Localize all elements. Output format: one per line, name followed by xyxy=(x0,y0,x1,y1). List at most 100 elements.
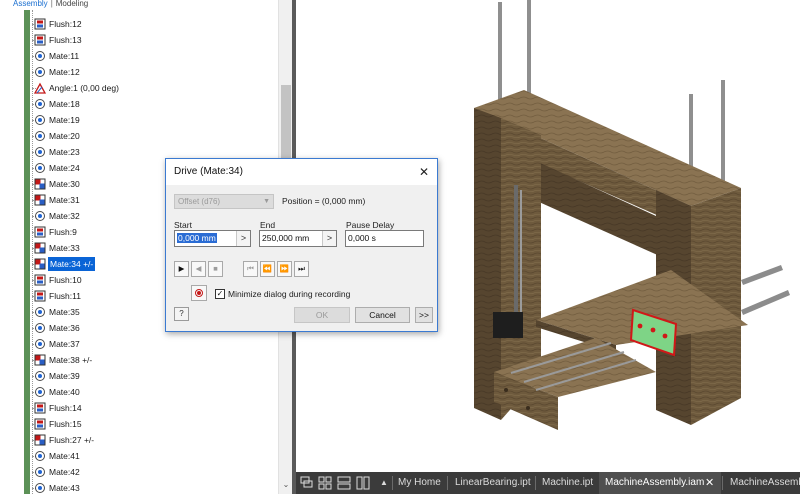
pause-delay-input[interactable]: 0,000 s xyxy=(345,230,424,247)
tab-linear-bearing[interactable]: LinearBearing.ipt xyxy=(449,472,537,494)
side-rod xyxy=(741,265,783,285)
mate-red-icon xyxy=(34,258,46,270)
start-label: Start xyxy=(174,220,192,230)
flush-icon xyxy=(34,418,46,430)
tab-separator xyxy=(722,476,723,490)
tree-item-label: Flush:13 xyxy=(49,35,82,45)
tree-item[interactable]: Mate:37 xyxy=(0,336,278,352)
tree-item[interactable]: Flush:12 xyxy=(0,16,278,32)
tree-item-label: Mate:33 xyxy=(49,243,80,253)
step-forward-button[interactable]: ⏩ xyxy=(277,261,292,277)
flush-icon xyxy=(34,290,46,302)
flush-icon xyxy=(34,34,46,46)
forward-button[interactable]: ▶ xyxy=(174,261,189,277)
start-input[interactable]: 0,000 mm > xyxy=(174,230,251,247)
tree-item[interactable]: Flush:27 +/- xyxy=(0,432,278,448)
minimize-checkbox[interactable]: ✓ xyxy=(215,289,225,299)
tree-item[interactable]: Mate:39 xyxy=(0,368,278,384)
mate-icon xyxy=(34,130,46,142)
close-tab-icon[interactable]: ✕ xyxy=(705,472,714,494)
cascade-windows-icon[interactable] xyxy=(300,476,314,490)
end-measure-arrow-icon[interactable]: > xyxy=(322,231,336,246)
record-dot xyxy=(197,291,201,295)
end-input[interactable]: 250,000 mm > xyxy=(259,230,337,247)
tree-item-label: Mate:12 xyxy=(49,67,80,77)
tree-item-label: Mate:18 xyxy=(49,99,80,109)
flush-icon xyxy=(34,226,46,238)
tree-item-label: Mate:19 xyxy=(49,115,80,125)
drive-dialog: Drive (Mate:34) ✕ Offset (d76) ▼ Positio… xyxy=(165,158,438,332)
tree-item[interactable]: Mate:20 xyxy=(0,128,278,144)
tree-item-label: Flush:27 +/- xyxy=(49,435,95,445)
tree-item[interactable]: Flush:13 xyxy=(0,32,278,48)
mate-icon xyxy=(34,146,46,158)
offset-dropdown-value: Offset (d76) xyxy=(178,197,221,206)
browser-tabs: Assembly | Modeling xyxy=(0,0,293,10)
tree-item-label: Mate:39 xyxy=(49,371,80,381)
pause-delay-value: 0,000 s xyxy=(348,233,376,243)
tree-item-label: Mate:20 xyxy=(49,131,80,141)
tab-machine-assembly-2[interactable]: MachineAssemb xyxy=(724,472,800,494)
tree-item-label: Mate:38 +/- xyxy=(49,355,93,365)
plate-hole xyxy=(650,327,656,333)
tree-item-label: Angle:1 (0,00 deg) xyxy=(49,83,119,93)
tree-item[interactable]: Mate:18 xyxy=(0,96,278,112)
scroll-down-icon[interactable]: ⌄ xyxy=(281,480,291,490)
mate-icon xyxy=(34,50,46,62)
tree-item-label: Mate:24 xyxy=(49,163,80,173)
tree-item-label: Flush:12 xyxy=(49,19,82,29)
tile-vertical-icon[interactable] xyxy=(356,476,370,490)
tab-machine-assembly[interactable]: MachineAssembly.iam xyxy=(599,472,721,494)
more-options-button[interactable]: >> xyxy=(415,307,433,323)
tab-machine[interactable]: Machine.ipt xyxy=(536,472,599,494)
tree-item-label: Mate:40 xyxy=(49,387,80,397)
tree-item[interactable]: Mate:38 +/- xyxy=(0,352,278,368)
tab-assembly[interactable]: Assembly xyxy=(13,0,48,8)
flush-icon xyxy=(34,18,46,30)
mate-icon xyxy=(34,322,46,334)
mate-icon xyxy=(34,466,46,478)
tree-item-label: Flush:11 xyxy=(49,291,81,301)
close-icon[interactable]: ✕ xyxy=(411,159,437,185)
mate-icon xyxy=(34,450,46,462)
leadscrew xyxy=(520,190,522,325)
tab-my-home[interactable]: My Home xyxy=(392,472,447,494)
start-measure-arrow-icon[interactable]: > xyxy=(236,231,250,246)
tree-item[interactable]: Flush:15 xyxy=(0,416,278,432)
cancel-button[interactable]: Cancel xyxy=(355,307,410,323)
dialog-titlebar[interactable]: Drive (Mate:34) ✕ xyxy=(166,159,437,185)
tree-item[interactable]: Mate:12 xyxy=(0,64,278,80)
tab-list-up-icon[interactable]: ▲ xyxy=(374,472,394,494)
tree-item[interactable]: Mate:41 xyxy=(0,448,278,464)
help-icon[interactable]: ? xyxy=(174,307,189,321)
tree-item[interactable]: Angle:1 (0,00 deg) xyxy=(0,80,278,96)
tile-horizontal-icon[interactable] xyxy=(337,476,351,490)
screw xyxy=(526,406,530,410)
tree-item-label: Mate:35 xyxy=(49,307,80,317)
tree-item[interactable]: Mate:11 xyxy=(0,48,278,64)
ok-button[interactable]: OK xyxy=(294,307,350,323)
mate-red-icon xyxy=(34,194,46,206)
reverse-button[interactable]: ◀ xyxy=(191,261,206,277)
tree-item-label: Mate:23 xyxy=(49,147,80,157)
chevron-down-icon: ▼ xyxy=(263,198,270,205)
tree-item[interactable]: Mate:40 xyxy=(0,384,278,400)
minimize-checkbox-label[interactable]: Minimize dialog during recording xyxy=(228,288,350,300)
goto-end-button[interactable]: ⏭ xyxy=(294,261,309,277)
mate-icon xyxy=(34,114,46,126)
tree-item-label: Mate:43 xyxy=(49,483,80,493)
tree-item[interactable]: Mate:19 xyxy=(0,112,278,128)
tree-item[interactable]: Mate:43 xyxy=(0,480,278,494)
flush-icon xyxy=(34,402,46,414)
tree-item[interactable]: Flush:14 xyxy=(0,400,278,416)
tab-modeling[interactable]: Modeling xyxy=(56,0,88,8)
record-button[interactable] xyxy=(191,285,207,301)
tree-item-label: Mate:30 xyxy=(49,179,80,189)
tree-item[interactable]: Mate:42 xyxy=(0,464,278,480)
position-readout: Position = (0,000 mm) xyxy=(282,196,366,206)
tree-item-label: Mate:11 xyxy=(49,51,80,61)
tile-grid-icon[interactable] xyxy=(318,476,332,490)
stop-button[interactable]: ■ xyxy=(208,261,223,277)
step-reverse-button[interactable]: ⏪ xyxy=(260,261,275,277)
goto-start-button[interactable]: ⏮ xyxy=(243,261,258,277)
